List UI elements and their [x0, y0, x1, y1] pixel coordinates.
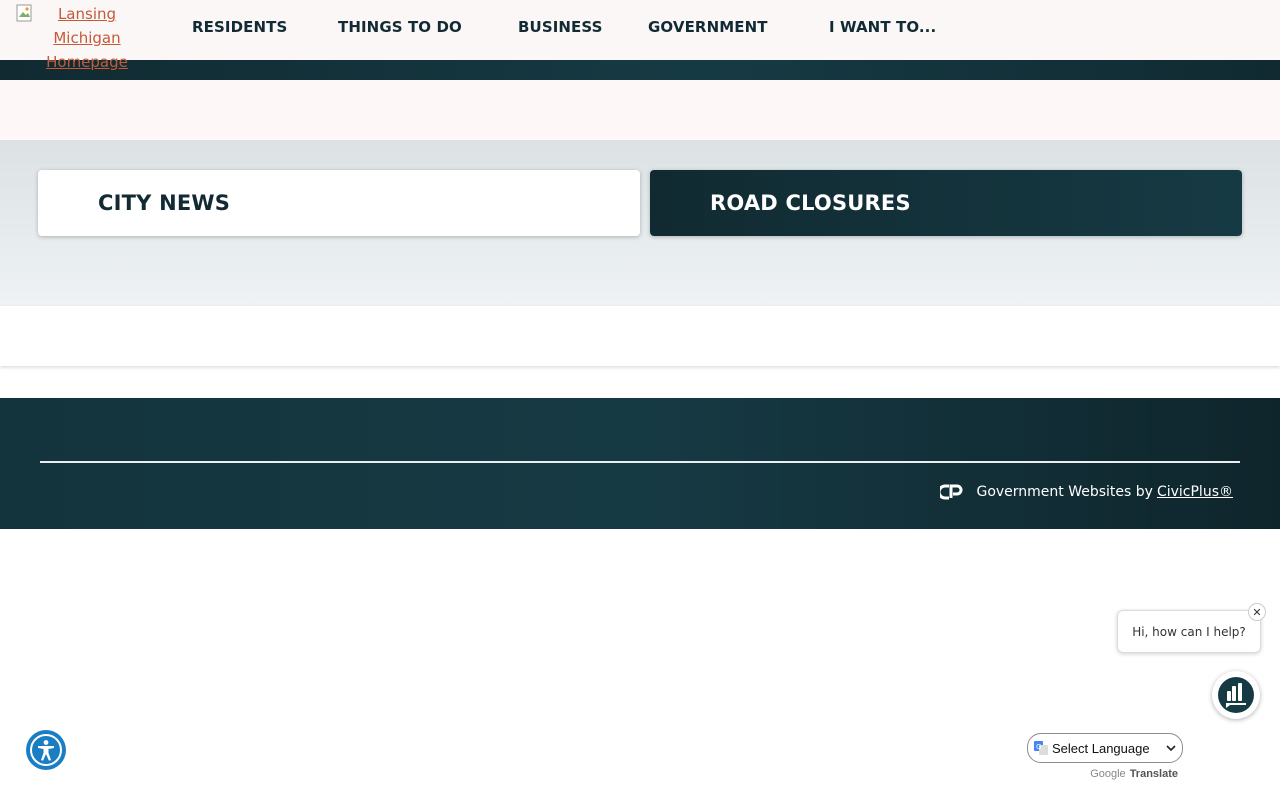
civicplus-logo-icon — [940, 484, 963, 500]
chat-bars-icon — [1218, 677, 1254, 713]
tab-road-closures-label: ROAD CLOSURES — [710, 191, 911, 215]
nav-business[interactable]: BUSINESS — [518, 18, 603, 36]
google-translate-icon: G — [1034, 741, 1048, 755]
footer-divider — [40, 461, 1240, 463]
site-footer: Government Websites by CivicPlus® — [0, 398, 1280, 529]
chat-launcher-button[interactable] — [1212, 671, 1260, 719]
header-accent-band — [0, 60, 1280, 80]
footer-credit: Government Websites by CivicPlus® — [940, 484, 1233, 500]
nav-government[interactable]: GOVERNMENT — [648, 18, 768, 36]
chevron-down-icon — [1166, 745, 1176, 752]
nav-i-want-to[interactable]: I WANT TO... — [829, 18, 936, 36]
google-translate-widget: G Select Language Google Translate — [1027, 733, 1183, 780]
news-tabs-section: CITY NEWS ROAD CLOSURES — [0, 140, 1280, 305]
footer-credit-text: Government Websites by — [976, 484, 1153, 500]
nav-things-to-do[interactable]: THINGS TO DO — [338, 18, 462, 36]
chat-greeting-text: Hi, how can I help? — [1132, 624, 1246, 639]
logo-alt-text: Lansing Michigan Homepage — [46, 5, 128, 71]
tab-content-panel — [0, 305, 1280, 366]
svg-text:G: G — [1036, 743, 1041, 751]
banner-spacer — [0, 80, 1280, 140]
civicplus-link[interactable]: CivicPlus® — [1157, 484, 1233, 500]
google-translate-link[interactable]: Translate — [1130, 768, 1178, 780]
nav-residents[interactable]: RESIDENTS — [192, 18, 287, 36]
site-logo-link[interactable]: Lansing Michigan Homepage — [16, 2, 140, 74]
chat-greeting-bubble[interactable]: Hi, how can I help? — [1117, 610, 1261, 653]
chat-close-button[interactable]: ✕ — [1248, 603, 1266, 621]
tab-city-news[interactable]: CITY NEWS — [38, 170, 640, 236]
powered-by-google: Google Translate — [1027, 768, 1183, 780]
language-select[interactable]: G Select Language — [1027, 733, 1183, 763]
powered-by-google-text: Google — [1090, 768, 1126, 780]
accessibility-button[interactable] — [26, 730, 66, 770]
broken-image-icon — [16, 4, 32, 22]
tab-city-news-label: CITY NEWS — [98, 191, 231, 215]
accessibility-person-icon — [30, 734, 62, 766]
tab-road-closures[interactable]: ROAD CLOSURES — [650, 170, 1242, 236]
language-select-value: Select Language — [1052, 740, 1150, 756]
site-header: Lansing Michigan Homepage RESIDENTS THIN… — [0, 0, 1280, 71]
